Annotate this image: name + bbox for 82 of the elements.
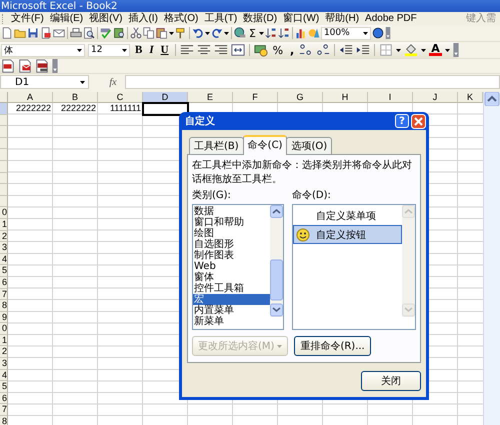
row-header[interactable]: 4 <box>0 370 8 382</box>
categories-list[interactable]: 数据 窗口和帮助 绘图 自选图形 制作图表 Web 窗体 控件工具箱 宏 内置菜单 新菜单 <box>192 204 284 330</box>
menu-item[interactable]: 数据(D) <box>240 12 280 24</box>
category-item[interactable]: 自选图形 <box>193 239 270 250</box>
table-cell-text: 2222222 <box>60 103 97 114</box>
menu-item[interactable]: 文件(F) <box>8 12 47 24</box>
column-header[interactable]: I <box>368 92 413 103</box>
dialog-title: 自定义 <box>184 114 216 128</box>
category-item[interactable]: 宏 <box>193 294 270 305</box>
font-size-field[interactable]: 12 <box>88 44 130 56</box>
commands-list[interactable]: 自定义菜单项 自定义按钮 <box>292 204 416 330</box>
column-header[interactable]: C <box>98 92 143 103</box>
underline-button[interactable]: U <box>158 44 171 56</box>
category-item[interactable]: 内置菜单 <box>193 305 270 316</box>
column-header[interactable]: B <box>53 92 98 103</box>
row-header[interactable]: 0 <box>0 207 8 219</box>
column-header[interactable]: H <box>323 92 368 103</box>
column-header[interactable]: F <box>233 92 278 103</box>
row-header[interactable]: 4 <box>0 254 8 266</box>
row-header[interactable]: 1 <box>0 334 8 346</box>
row-header[interactable]: 3 <box>0 358 8 370</box>
column-header[interactable]: D <box>143 92 188 103</box>
category-item[interactable]: 绘图 <box>193 228 270 239</box>
row-header[interactable]: 9 <box>0 312 8 324</box>
tab[interactable]: 工具栏(B) <box>189 137 244 154</box>
commands-label: 命令(D): <box>292 189 332 202</box>
menu-item[interactable]: 帮助(H) <box>322 12 362 24</box>
row-header[interactable]: 8 <box>0 300 8 312</box>
menu-item[interactable]: 窗口(W) <box>280 12 322 24</box>
autosum-button[interactable]: Σ <box>247 26 258 40</box>
column-header[interactable]: E <box>188 92 233 103</box>
command-item[interactable]: 自定义菜单项 <box>293 206 402 225</box>
row-header[interactable]: 7 <box>0 288 8 300</box>
bold-button[interactable]: B <box>133 44 144 56</box>
row-header[interactable]: 5 <box>0 265 8 277</box>
menu-item[interactable]: 格式(O) <box>160 12 202 24</box>
row-header[interactable]: 0 <box>0 323 8 335</box>
tab[interactable]: 选项(O) <box>286 137 332 154</box>
column-header[interactable]: J <box>413 92 458 103</box>
column-header[interactable]: A <box>8 92 53 103</box>
category-item[interactable]: 控件工具箱 <box>193 283 270 294</box>
category-item[interactable]: 新菜单 <box>193 316 270 327</box>
insert-function-button[interactable]: fx <box>101 76 125 88</box>
tab[interactable]: 命令(C) <box>242 135 288 155</box>
font-color-button[interactable]: A <box>429 44 442 56</box>
row-header[interactable]: 1 <box>0 218 8 231</box>
table-cell-text: 2222222 <box>14 103 52 114</box>
window-title: Microsoft Excel - Book2 <box>0 0 118 12</box>
font-name-field[interactable]: 体 <box>1 44 85 56</box>
row-header[interactable]: 2 <box>0 346 8 358</box>
close-button[interactable]: 关闭 <box>361 371 421 391</box>
percent-button[interactable]: % <box>270 44 286 56</box>
category-item[interactable]: 窗口和帮助 <box>193 217 270 228</box>
column-header[interactable]: K <box>458 92 483 103</box>
column-header[interactable]: G <box>278 92 323 103</box>
row-header[interactable]: 7 <box>0 404 8 416</box>
menu-item[interactable]: 插入(I) <box>125 12 161 24</box>
menu-item[interactable]: 编辑(E) <box>46 12 86 24</box>
category-item[interactable]: 数据 <box>193 206 270 217</box>
name-box[interactable]: D1 <box>0 75 89 89</box>
row-header[interactable]: 3 <box>0 242 8 254</box>
italic-button[interactable]: I <box>147 44 156 56</box>
instruction-text: 在工具栏中添加新命令：选择类别并将命令从此对话框拖放至工具栏。 <box>192 158 413 186</box>
help-search-field[interactable]: 键入需 <box>466 13 500 24</box>
menu-item[interactable]: 工具(T) <box>201 12 240 24</box>
table-cell-text: 1111111 <box>108 103 142 114</box>
row-header[interactable]: 8 <box>0 416 8 425</box>
row-header[interactable]: 6 <box>0 392 8 404</box>
category-item[interactable]: 制作图表 <box>193 250 270 261</box>
row-header[interactable]: 2 <box>0 230 8 242</box>
command-item[interactable]: 自定义按钮 <box>293 225 402 244</box>
help-button[interactable]: ? <box>395 114 409 128</box>
menu-item[interactable]: Adobe PDF <box>362 12 420 24</box>
category-item[interactable]: 窗体 <box>193 272 270 283</box>
category-item[interactable]: Web <box>193 261 270 272</box>
menu-item[interactable]: 视图(V) <box>86 12 126 24</box>
row-header[interactable]: 6 <box>0 276 8 288</box>
rearrange-commands-button[interactable]: 重排命令(R)... <box>294 336 371 356</box>
comma-button[interactable]: , <box>288 44 296 56</box>
categories-label: 类别(G): <box>192 188 232 202</box>
row-header[interactable]: 5 <box>0 381 8 393</box>
zoom-field[interactable]: 100% <box>320 26 371 40</box>
